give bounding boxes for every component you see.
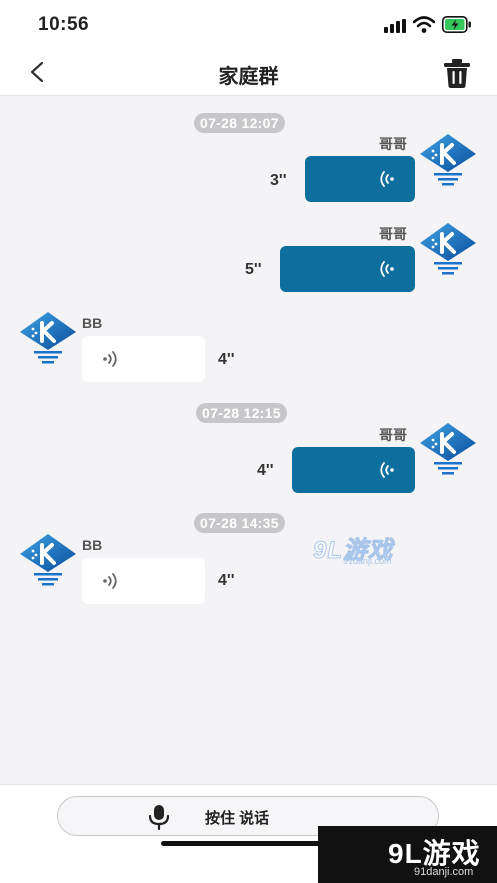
sound-wave-left-icon <box>380 261 394 277</box>
navigation-bar: 家庭群 <box>0 48 497 96</box>
voice-duration: 4'' <box>218 572 235 589</box>
status-bar: 10:56 <box>0 0 497 48</box>
timestamp-pill: 07-28 14:35 <box>194 513 285 533</box>
sender-name: BB <box>82 537 103 553</box>
page-title: 家庭群 <box>218 66 279 88</box>
battery-charging-icon <box>442 16 471 33</box>
sender-name: 哥哥 <box>379 427 407 443</box>
avatar-k-logo-icon[interactable] <box>18 310 78 366</box>
timestamp-pill: 07-28 12:07 <box>194 113 285 133</box>
avatar-k-logo-icon[interactable] <box>18 532 78 588</box>
message-list[interactable]: 07-28 12:07 哥哥 3'' 哥哥 5'' BB 4'' 07-28 1… <box>0 97 497 784</box>
avatar-k-logo-icon[interactable] <box>418 421 478 477</box>
sound-wave-left-icon <box>380 171 394 187</box>
sound-wave-left-icon <box>380 462 394 478</box>
voice-message-bubble[interactable] <box>292 447 415 493</box>
voice-duration: 4'' <box>218 351 235 368</box>
avatar-k-logo-icon[interactable] <box>418 132 478 188</box>
voice-message-bubble[interactable] <box>280 246 415 292</box>
voice-duration: 5'' <box>245 261 262 278</box>
watermark-logo: 9L游戏 91danji.com <box>312 530 413 572</box>
home-indicator <box>161 841 337 846</box>
cellular-signal-icon <box>384 19 406 33</box>
voice-message-bubble[interactable] <box>305 156 415 202</box>
corner-watermark-domain: 91danji.com <box>414 866 474 878</box>
microphone-icon <box>148 805 170 830</box>
watermark-domain: 91danji.com <box>343 556 392 566</box>
wifi-icon <box>413 16 435 33</box>
corner-watermark-badge: 9L游戏 91danji.com <box>318 826 497 883</box>
sender-name: 哥哥 <box>379 226 407 242</box>
avatar-k-logo-icon[interactable] <box>418 221 478 277</box>
hold-to-talk-label: 按住 说话 <box>205 810 270 827</box>
sound-wave-right-icon <box>103 351 117 367</box>
sender-name: 哥哥 <box>379 136 407 152</box>
status-time: 10:56 <box>38 14 90 35</box>
timestamp-pill: 07-28 12:15 <box>196 403 287 423</box>
voice-duration: 3'' <box>270 172 287 189</box>
sound-wave-right-icon <box>103 573 117 589</box>
sender-name: BB <box>82 315 103 331</box>
voice-duration: 4'' <box>257 462 274 479</box>
voice-message-bubble[interactable] <box>82 558 205 604</box>
voice-message-bubble[interactable] <box>82 336 205 382</box>
trash-icon[interactable] <box>441 57 473 89</box>
